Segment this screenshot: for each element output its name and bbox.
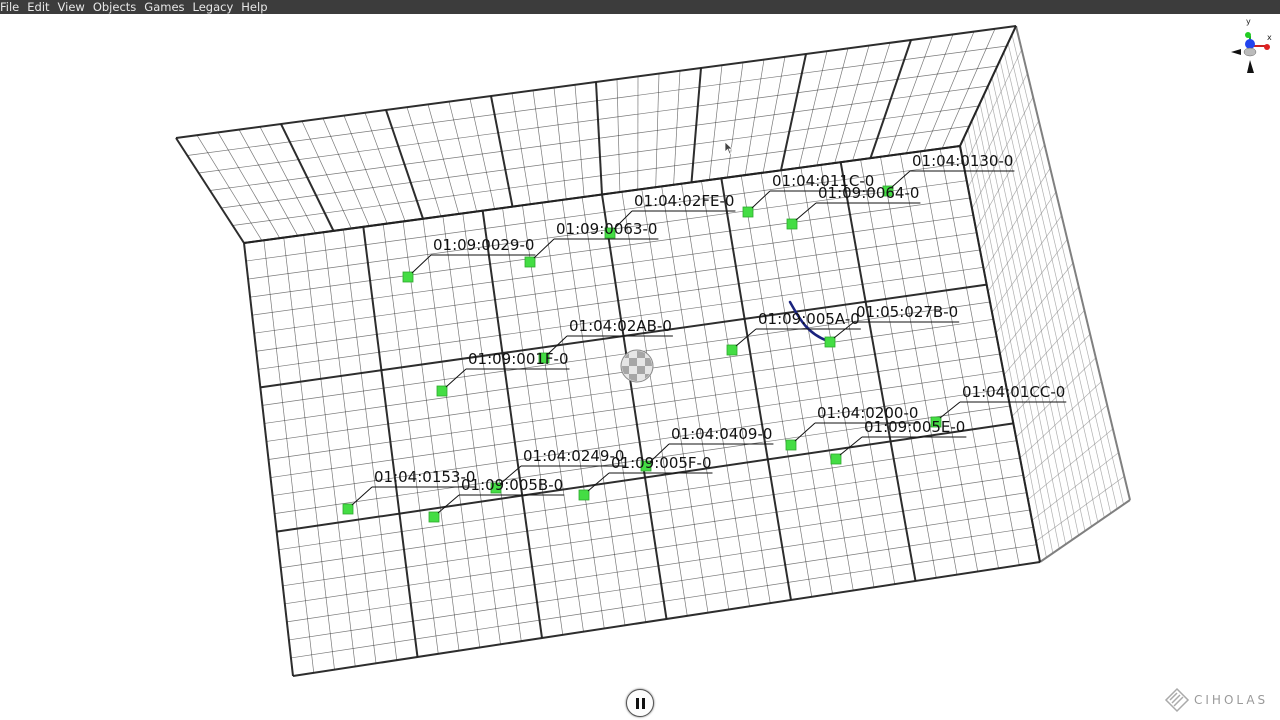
axis-y-label: y — [1246, 17, 1251, 26]
tag-leader-line — [533, 238, 555, 259]
tag-marker[interactable] — [824, 336, 836, 348]
tag-label: 01:04:0249-0 — [523, 447, 624, 465]
tag-marker[interactable] — [786, 218, 798, 230]
tag-leader-line — [437, 494, 460, 514]
tag-marker[interactable] — [830, 453, 842, 465]
origin-sphere — [620, 349, 654, 383]
tag-leader-line — [751, 190, 771, 209]
tag-label: 01:09:005F-0 — [611, 454, 712, 472]
pause-icon — [635, 697, 639, 709]
menu-edit[interactable]: Edit — [23, 0, 53, 14]
tag-marker[interactable] — [524, 256, 536, 268]
tag-label: 01:04:0130-0 — [912, 152, 1013, 170]
tag-label: 01:09:0064-0 — [818, 184, 919, 202]
brand-logo: CIHOLAS — [1164, 686, 1268, 714]
3d-viewport[interactable]: 01:04:0130-001:04:011C-001:09:0064-001:0… — [0, 14, 1280, 720]
tag-label: 01:09:005E-0 — [864, 418, 965, 436]
tag-label: 01:04:0409-0 — [671, 425, 772, 443]
menu-file[interactable]: File — [0, 0, 23, 14]
tag-label: 01:05:027B-0 — [856, 303, 958, 321]
tag-label: 01:09:005B-0 — [461, 476, 563, 494]
tag-marker[interactable] — [742, 206, 754, 218]
tag-label: 01:09:005A-0 — [758, 310, 860, 328]
menu-legacy[interactable]: Legacy — [189, 0, 238, 14]
tag-label: 01:04:02AB-0 — [569, 317, 672, 335]
tag-label: 01:09:0029-0 — [433, 236, 534, 254]
tag-leader-line — [411, 254, 432, 274]
orientation-axes-icon[interactable]: y x — [1222, 16, 1280, 76]
tag-16[interactable]: 01:04:0153-0 — [342, 468, 477, 515]
menu-view[interactable]: View — [54, 0, 89, 14]
menu-games[interactable]: Games — [140, 0, 188, 14]
tag-leader-line — [445, 368, 467, 388]
menu-help[interactable]: Help — [237, 0, 271, 14]
menu-bar: File Edit View Objects Games Legacy Help — [0, 0, 1280, 14]
pause-button[interactable] — [626, 689, 654, 717]
ciholas-logo-icon — [1164, 687, 1190, 713]
tag-label: 01:04:01CC-0 — [962, 383, 1065, 401]
tag-label: 01:09:0063-0 — [556, 220, 657, 238]
tag-label: 01:09:001F-0 — [468, 350, 569, 368]
tag-marker[interactable] — [436, 385, 448, 397]
tag-marker[interactable] — [402, 271, 414, 283]
tag-leader-line — [794, 422, 816, 442]
tag-leader-line — [795, 202, 817, 221]
tag-leader-line — [939, 401, 961, 419]
tag-markers: 01:04:0130-001:04:011C-001:09:0064-001:0… — [342, 152, 1067, 523]
tag-marker[interactable] — [428, 511, 440, 523]
menu-objects[interactable]: Objects — [89, 0, 140, 14]
tag-label: 01:04:02FE-0 — [634, 192, 734, 210]
tag-marker[interactable] — [726, 344, 738, 356]
tag-marker[interactable] — [785, 439, 797, 451]
tag-leader-line — [587, 472, 610, 492]
floor-and-walls-grid — [175, 25, 1131, 677]
mouse-cursor-icon — [724, 141, 734, 155]
tag-marker[interactable] — [578, 489, 590, 501]
brand-name: CIHOLAS — [1194, 693, 1269, 707]
tag-marker[interactable] — [342, 503, 354, 515]
axis-x-label: x — [1267, 33, 1272, 42]
